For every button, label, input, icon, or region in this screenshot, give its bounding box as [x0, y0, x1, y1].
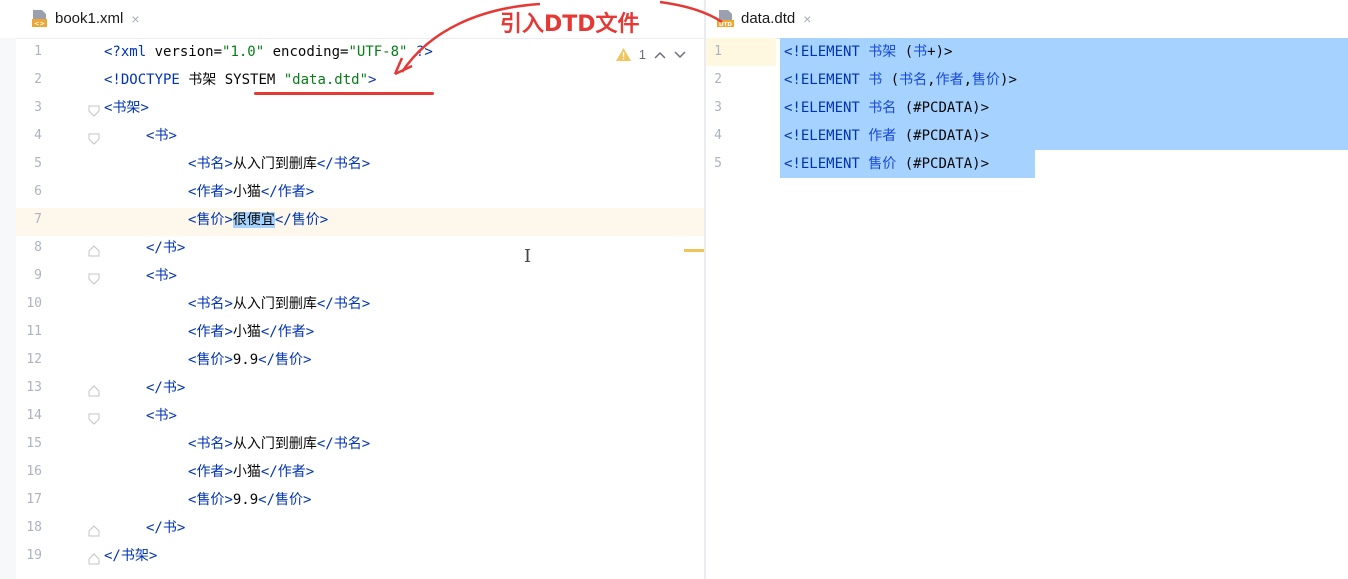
annotation-arrow	[393, 0, 723, 76]
annotation-label: 引入DTD文件	[500, 12, 640, 37]
